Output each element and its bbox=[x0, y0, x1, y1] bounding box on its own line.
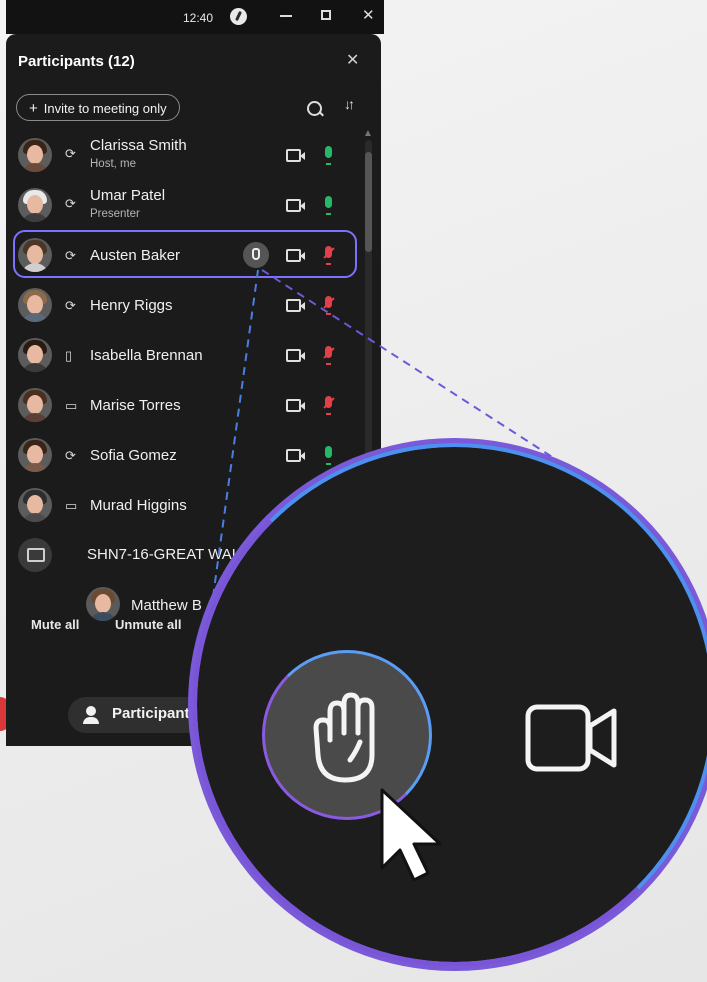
pointer-cursor-icon bbox=[380, 788, 442, 882]
video-camera-icon bbox=[525, 704, 617, 772]
zoom-icons bbox=[313, 692, 617, 882]
raise-hand-icon bbox=[313, 692, 375, 783]
